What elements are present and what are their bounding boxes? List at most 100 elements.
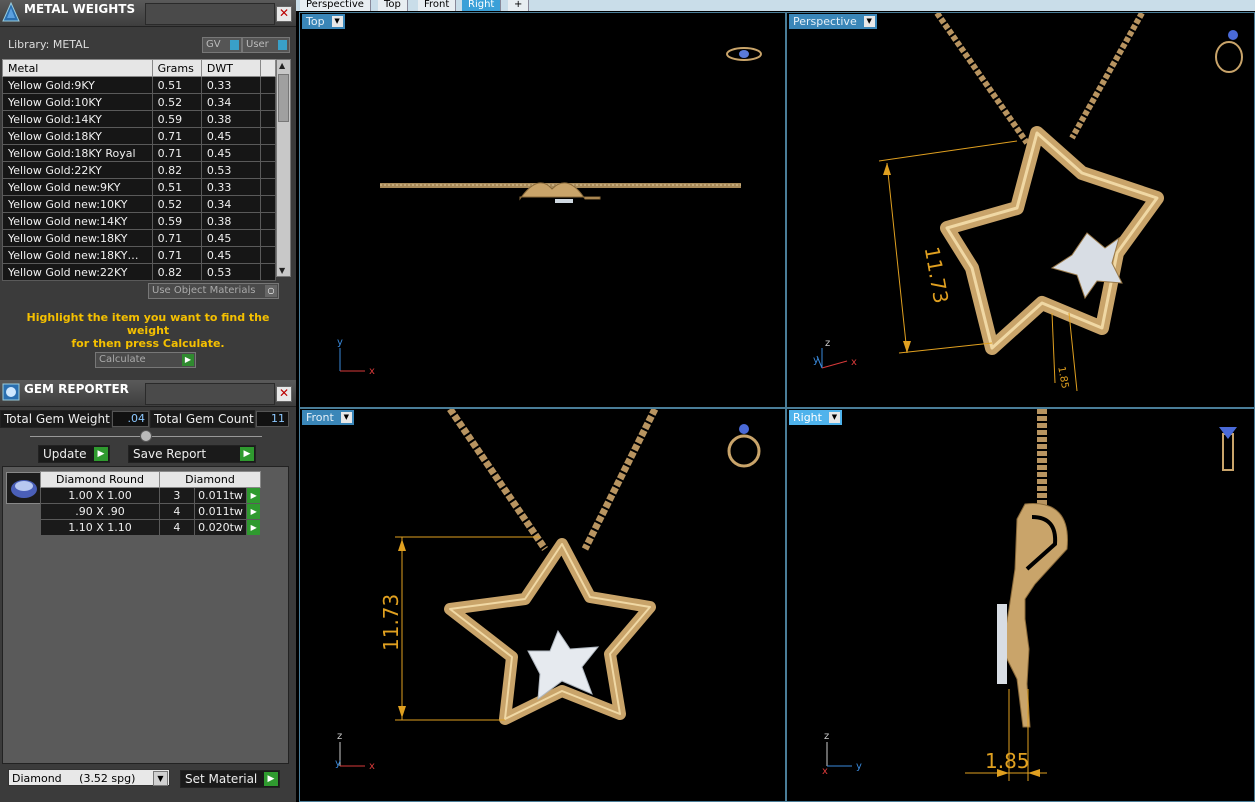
tab-perspective[interactable]: Perspective xyxy=(300,0,371,11)
tab-right[interactable]: Right xyxy=(462,0,502,11)
tab-top[interactable]: Top xyxy=(378,0,408,11)
table-row[interactable]: Yellow Gold new:9KY 0.51 0.33 xyxy=(2,178,277,196)
slider-knob[interactable] xyxy=(140,430,152,442)
gem-slider[interactable] xyxy=(30,430,262,442)
axis-label-y: y xyxy=(856,761,862,772)
axis-label-x: x xyxy=(369,761,375,772)
set-material-button[interactable]: Set Material ▶ xyxy=(180,770,280,788)
table-row[interactable]: .90 X .90 4 0.011tw ▶ xyxy=(40,503,261,520)
save-report-button[interactable]: Save Report ▶ xyxy=(128,445,256,463)
grams-cell: 0.52 xyxy=(151,195,202,213)
scroll-up-icon[interactable]: ▲ xyxy=(279,61,285,70)
play-icon: ▶ xyxy=(240,447,254,461)
row-spacer xyxy=(259,93,277,111)
table-row[interactable]: Yellow Gold new:22KY 0.82 0.53 xyxy=(2,263,277,281)
table-row[interactable]: Yellow Gold new:18KY 0.71 0.45 xyxy=(2,229,277,247)
chevron-down-icon[interactable]: ▼ xyxy=(153,771,168,786)
row-spacer xyxy=(259,161,277,179)
gem-size-cell: 1.00 X 1.00 xyxy=(40,487,160,504)
calculate-button[interactable]: Calculate ▶ xyxy=(95,352,196,368)
axis-label-y: y xyxy=(335,758,341,769)
gem-table[interactable]: Diamond Round Diamond 1.00 X 1.00 3 0.011t… xyxy=(40,471,261,536)
row-spacer xyxy=(259,178,277,196)
gem-reporter-logo-icon xyxy=(2,383,20,401)
table-row[interactable]: Yellow Gold new:18KY… 0.71 0.45 xyxy=(2,246,277,264)
table-row[interactable]: Yellow Gold:22KY 0.82 0.53 xyxy=(2,161,277,179)
table-row[interactable]: Yellow Gold:10KY 0.52 0.34 xyxy=(2,93,277,111)
chain xyxy=(447,409,659,551)
viewport-tabs: Perspective Top Front Right + xyxy=(296,0,1255,11)
close-icon[interactable]: ✕ xyxy=(276,386,292,402)
metal-cell: Yellow Gold:18KY xyxy=(2,127,153,145)
add-tab-icon[interactable]: + xyxy=(508,0,530,11)
left-panel: METAL WEIGHTS ✕ Library: METAL GV User M… xyxy=(0,0,296,802)
grams-cell: 0.59 xyxy=(151,110,202,128)
ring-nav-icon[interactable] xyxy=(726,47,762,61)
ring-nav-icon[interactable] xyxy=(727,424,761,468)
select-gem-icon[interactable]: ▶ xyxy=(246,503,261,520)
chain xyxy=(934,13,1145,145)
metal-cell: Yellow Gold new:14KY xyxy=(2,212,153,230)
set-material-label: Set Material xyxy=(185,772,258,786)
table-row[interactable]: Yellow Gold new:10KY 0.52 0.34 xyxy=(2,195,277,213)
table-row[interactable]: Yellow Gold new:14KY 0.59 0.38 xyxy=(2,212,277,230)
axis-label-x: x xyxy=(851,357,857,368)
table-row[interactable]: Yellow Gold:14KY 0.59 0.38 xyxy=(2,110,277,128)
total-gem-weight-label: Total Gem Weight xyxy=(0,410,112,428)
table-row[interactable]: 1.10 X 1.10 4 0.020tw ▶ xyxy=(40,519,261,536)
right-view-scene: 1.85 z x y xyxy=(822,409,1237,781)
close-icon[interactable]: ✕ xyxy=(276,6,292,22)
column-spacer xyxy=(259,59,277,77)
gem-count-cell: 4 xyxy=(159,519,195,536)
metal-cell: Yellow Gold:10KY xyxy=(2,93,153,111)
tab-front[interactable]: Front xyxy=(418,0,457,11)
metal-weights-logo-icon xyxy=(2,2,20,22)
grams-cell: 0.71 xyxy=(151,246,202,264)
metal-table[interactable]: Metal Grams DWT Yellow Gold:9KY 0.51 0.33 Y… xyxy=(2,59,277,281)
pendant-side-profile xyxy=(997,503,1068,728)
titlebar-drag-handle[interactable] xyxy=(145,383,275,405)
dimension-line: 11.73 xyxy=(878,140,1018,354)
update-button[interactable]: Update ▶ xyxy=(38,445,110,463)
ring-nav-icon[interactable] xyxy=(1219,427,1237,471)
gem-size-cell: .90 X .90 xyxy=(40,503,160,520)
grams-cell: 0.71 xyxy=(151,229,202,247)
dwt-cell: 0.34 xyxy=(200,93,261,111)
dwt-cell: 0.38 xyxy=(200,212,261,230)
grams-cell: 0.82 xyxy=(151,263,202,281)
gem-size-cell: 1.10 X 1.10 xyxy=(40,519,160,536)
metal-table-scrollbar[interactable]: ▲ ▼ xyxy=(276,59,291,277)
table-row[interactable]: Yellow Gold:18KY 0.71 0.45 xyxy=(2,127,277,145)
table-row[interactable]: Yellow Gold:18KY Royal 0.71 0.45 xyxy=(2,144,277,162)
viewport-perspective[interactable]: Perspective ▼ 11.73 1.85 z y x xyxy=(786,12,1255,408)
ring-nav-icon[interactable] xyxy=(1215,30,1243,73)
axis-label-y: y xyxy=(337,337,343,348)
table-row[interactable]: Yellow Gold:9KY 0.51 0.33 xyxy=(2,76,277,94)
gem-count-cell: 3 xyxy=(159,487,195,504)
metal-weights-titlebar[interactable]: METAL WEIGHTS ✕ xyxy=(0,0,296,27)
gem-thumbnail[interactable] xyxy=(6,472,42,504)
select-gem-icon[interactable]: ▶ xyxy=(246,519,261,536)
user-toggle[interactable]: User xyxy=(242,37,290,53)
perspective-dimension-small-label: 1.85 xyxy=(1055,366,1070,390)
select-gem-icon[interactable]: ▶ xyxy=(246,487,261,504)
column-grams[interactable]: Grams xyxy=(151,59,202,77)
gv-toggle[interactable]: GV xyxy=(202,37,242,53)
dwt-cell: 0.45 xyxy=(200,229,261,247)
scroll-down-icon[interactable]: ▼ xyxy=(279,266,285,275)
titlebar-drag-handle[interactable] xyxy=(145,3,275,25)
viewport-front[interactable]: Front ▼ 11.73 z y x xyxy=(299,408,786,802)
round-diamond-icon xyxy=(11,480,37,498)
dwt-cell: 0.53 xyxy=(200,161,261,179)
scrollbar-thumb[interactable] xyxy=(278,74,289,122)
column-metal[interactable]: Metal xyxy=(2,59,153,77)
table-row[interactable]: 1.00 X 1.00 3 0.011tw ▶ xyxy=(40,487,261,504)
viewport-top[interactable]: Top ▼ y x xyxy=(299,12,786,408)
metal-cell: Yellow Gold new:18KY… xyxy=(2,246,153,264)
column-dwt[interactable]: DWT xyxy=(200,59,261,77)
gem-reporter-titlebar[interactable]: GEM REPORTER ✕ xyxy=(0,380,296,407)
use-object-materials-button[interactable]: Use Object Materials ○ xyxy=(148,283,279,299)
viewport-right[interactable]: Right ▼ 1.85 z x y xyxy=(786,408,1255,802)
material-select[interactable]: Diamond (3.52 spg) ▼ xyxy=(8,769,170,786)
toggle-indicator-icon xyxy=(278,40,287,50)
